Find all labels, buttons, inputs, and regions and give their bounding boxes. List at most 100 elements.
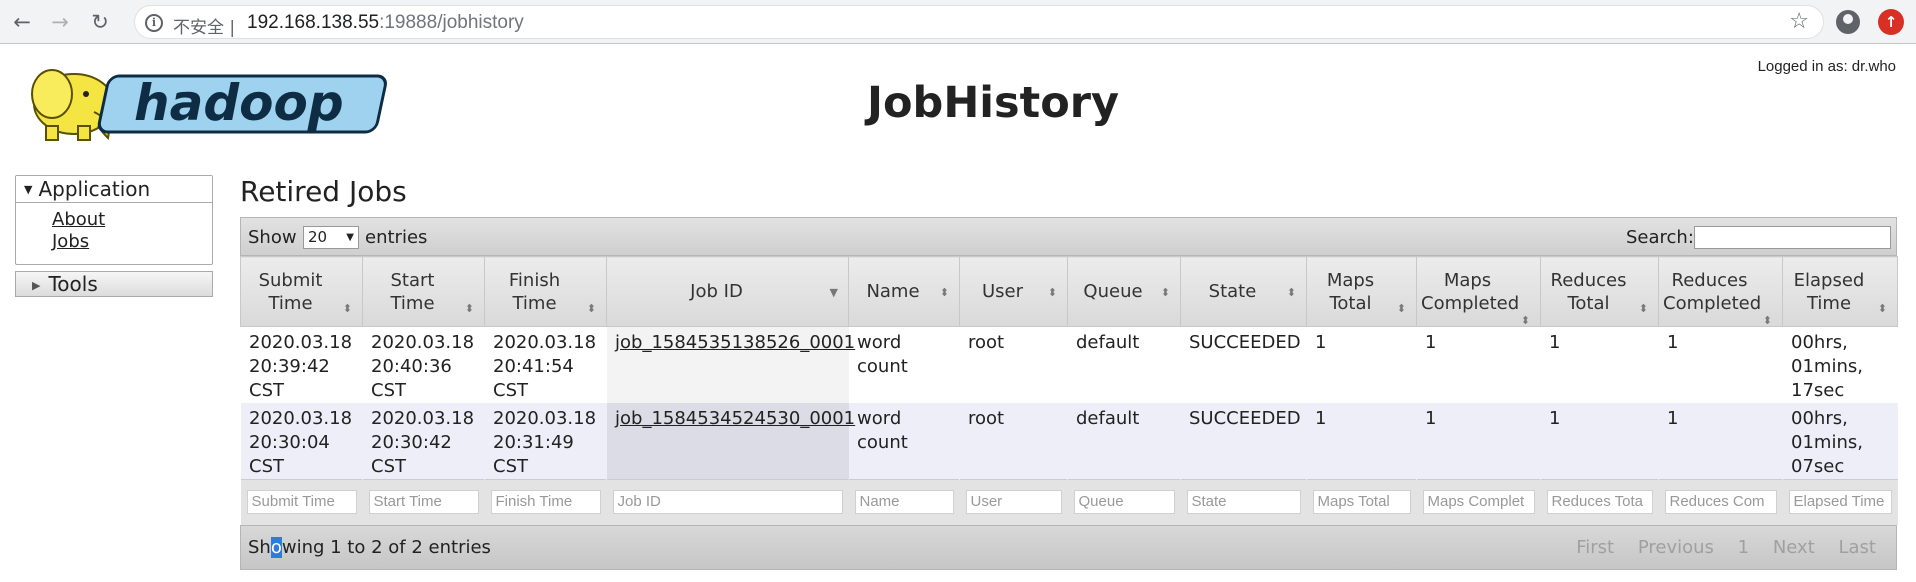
search-input[interactable] (1694, 226, 1891, 249)
filter-elapsed-time[interactable]: Elapsed Time (1788, 490, 1892, 515)
cell-queue: default (1067, 403, 1181, 480)
cell-user: root (959, 326, 1068, 403)
col-label: User (981, 281, 1024, 302)
info-icon[interactable]: i (145, 14, 163, 32)
col-finish-time[interactable]: Finish Time ⬍ (484, 256, 607, 327)
logged-in-label: Logged in as: dr.who (1757, 58, 1896, 75)
info-highlight: o (270, 536, 282, 558)
cell-state: SUCCEEDED (1180, 403, 1307, 480)
sort-icon: ⬍ (1286, 286, 1296, 299)
profile-icon[interactable] (1836, 10, 1860, 34)
extension-icon[interactable]: ↑ (1878, 9, 1904, 35)
entries-label: entries (365, 227, 428, 248)
url-rest: :19888/jobhistory (379, 12, 524, 33)
col-maps-completed[interactable]: Maps Completed ⬍ (1416, 256, 1541, 327)
search-label: Search: (1626, 227, 1694, 248)
filter-maps-completed[interactable]: Maps Complet (1422, 490, 1535, 515)
col-label: Maps Total (1326, 269, 1375, 314)
jobs-link[interactable]: Jobs (52, 231, 212, 253)
address-bar[interactable]: i 不安全 | 192.168.138.55:19888/jobhistory … (134, 5, 1824, 39)
col-label: Finish Time (508, 269, 561, 314)
sort-icon: ⬍ (1762, 314, 1772, 327)
filter-queue[interactable]: Queue (1073, 490, 1175, 515)
about-link[interactable]: About (52, 209, 212, 231)
cell-name: word count (848, 326, 960, 403)
col-reduces-total[interactable]: Reduces Total ⬍ (1540, 256, 1659, 327)
cell-job-id: job_1584535138526_0001 (606, 326, 855, 403)
sort-icon: ⬍ (1396, 302, 1406, 315)
page-size-value: 20 (308, 228, 328, 246)
pager-last[interactable]: Last (1839, 537, 1877, 558)
sort-icon: ⬍ (1520, 314, 1530, 327)
table-row: 2020.03.18 20:30:04 CST 2020.03.18 20:30… (240, 403, 1898, 480)
col-name[interactable]: Name ⬍ (848, 256, 960, 327)
sort-icon: ⬍ (586, 302, 596, 315)
col-user[interactable]: User ⬍ (959, 256, 1068, 327)
page-size-select[interactable]: 20 ▼ (303, 226, 359, 249)
pagination: First Previous 1 Next Last (1558, 537, 1876, 558)
cell-reduces-total: 1 (1540, 326, 1659, 403)
col-maps-total[interactable]: Maps Total ⬍ (1306, 256, 1417, 327)
col-start-time[interactable]: Start Time ⬍ (362, 256, 485, 327)
col-reduces-completed[interactable]: Reduces Completed ⬍ (1658, 256, 1783, 327)
page-title: JobHistory (867, 78, 1119, 128)
col-queue[interactable]: Queue ⬍ (1067, 256, 1181, 327)
caret-down-icon: ▼ (346, 232, 354, 243)
col-label: Queue (1083, 281, 1143, 302)
star-icon[interactable]: ☆ (1789, 9, 1809, 34)
application-header[interactable]: ▼ Application (16, 176, 212, 203)
security-label: 不安全 | (173, 18, 236, 38)
filter-user[interactable]: User (965, 490, 1062, 515)
filter-start-time[interactable]: Start Time (368, 490, 479, 515)
table-info: Showing 1 to 2 of 2 entries (248, 536, 491, 558)
pager-page-1[interactable]: 1 (1738, 537, 1749, 558)
table-footer: Showing 1 to 2 of 2 entries First Previo… (240, 524, 1897, 570)
col-label: Reduces Completed (1663, 269, 1762, 314)
filter-name[interactable]: Name (854, 490, 954, 515)
triangle-right-icon: ▶ (32, 279, 41, 292)
application-section: ▼ Application About Jobs (15, 175, 213, 265)
cell-maps-total: 1 (1306, 403, 1417, 480)
pager-previous[interactable]: Previous (1638, 537, 1714, 558)
pager-first[interactable]: First (1576, 537, 1614, 558)
cell-maps-completed: 1 (1416, 403, 1541, 480)
col-state[interactable]: State ⬍ (1180, 256, 1307, 327)
jobs-table-wrapper: Show 20 ▼ entries Search: Submit Time ⬍ St… (240, 217, 1898, 570)
col-label: Job ID (690, 281, 743, 302)
filter-reduces-total[interactable]: Reduces Tota (1546, 490, 1653, 515)
cell-reduces-total: 1 (1540, 403, 1659, 480)
cell-elapsed-time: 00hrs, 01mins, 07sec (1782, 403, 1898, 480)
cell-start-time: 2020.03.18 20:40:36 CST (362, 326, 485, 403)
col-submit-time[interactable]: Submit Time ⬍ (240, 256, 363, 327)
back-arrow-icon[interactable]: ← (8, 8, 36, 36)
filter-submit-time[interactable]: Submit Time (246, 490, 357, 515)
col-job-id[interactable]: Job ID ▼ (606, 256, 849, 327)
url-text[interactable]: 192.168.138.55:19888/jobhistory (247, 12, 524, 34)
sidebar: ▼ Application About Jobs ▶ Tools (15, 175, 213, 297)
filter-state[interactable]: State (1186, 490, 1301, 515)
filter-maps-total[interactable]: Maps Total (1312, 490, 1411, 515)
pager-next[interactable]: Next (1773, 537, 1815, 558)
cell-job-id: job_1584534524530_0001 (606, 403, 855, 480)
col-label: State (1208, 281, 1257, 302)
url-host: 192.168.138.55 (247, 12, 380, 33)
reload-icon[interactable]: ↻ (86, 8, 114, 36)
info-post: wing 1 to 2 of 2 entries (281, 536, 491, 558)
col-elapsed-time[interactable]: Elapsed Time ⬍ (1782, 256, 1898, 327)
cell-maps-total: 1 (1306, 326, 1417, 403)
sort-icon: ⬍ (939, 286, 949, 299)
sort-icon: ⬍ (1047, 286, 1057, 299)
sort-icon: ⬍ (1877, 302, 1887, 315)
job-id-link[interactable]: job_1584534524530_0001 (615, 408, 855, 429)
browser-toolbar: ← → ↻ i 不安全 | 192.168.138.55:19888/jobhi… (0, 0, 1916, 44)
table-toolbar: Show 20 ▼ entries Search: (240, 217, 1897, 256)
job-id-link[interactable]: job_1584535138526_0001 (615, 332, 855, 353)
tools-header[interactable]: ▶ Tools (15, 271, 213, 297)
filter-reduces-completed[interactable]: Reduces Com (1664, 490, 1777, 515)
filter-finish-time[interactable]: Finish Time (490, 490, 601, 515)
forward-arrow-icon[interactable]: → (46, 8, 74, 36)
sort-icon: ⬍ (464, 302, 474, 315)
filter-job-id[interactable]: Job ID (612, 490, 843, 515)
sort-icon: ⬍ (1638, 302, 1648, 315)
col-label: Name (866, 281, 920, 302)
